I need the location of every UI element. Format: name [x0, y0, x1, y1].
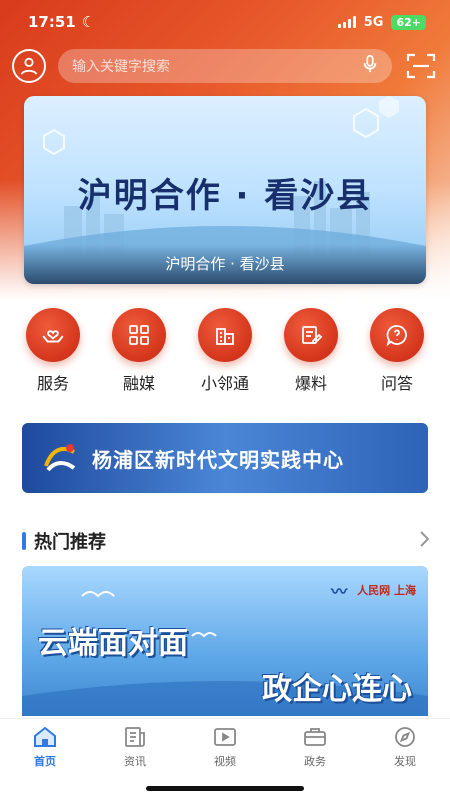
shortcut-neighbor[interactable]: 小邻通 [188, 308, 262, 398]
hands-heart-icon [26, 308, 80, 362]
signal-icon [337, 16, 356, 28]
yangpu-logo-icon: 〰 [331, 582, 348, 601]
status-bar: 17:51 ☾ 5G 62+ [0, 0, 450, 44]
compass-icon [395, 727, 415, 747]
culture-logo-icon [44, 444, 76, 472]
news-icon [125, 727, 145, 747]
tab-label: 资讯 [124, 755, 146, 768]
network-type: 5G [363, 14, 384, 30]
shortcut-label: 小邻通 [200, 374, 249, 393]
home-icon [34, 726, 56, 747]
section-accent-bar [22, 532, 26, 550]
briefcase-icon [304, 728, 326, 746]
feature-headline-1: 云端面对面 [38, 626, 188, 661]
chevron-right-icon[interactable] [418, 530, 430, 552]
grid-icon [112, 308, 166, 362]
search-input[interactable]: 输入关键字搜索 [58, 49, 392, 83]
tab-label: 政务 [304, 755, 326, 768]
video-icon [214, 728, 236, 746]
hot-recommend-header[interactable]: 热门推荐 [22, 527, 430, 555]
culture-banner-text: 杨浦区新时代文明实践中心 [92, 447, 344, 472]
main-banner[interactable]: 沪明合作 · 看沙县 沪明合作 · 看沙县 [24, 96, 426, 284]
shortcut-qa[interactable]: 问答 [360, 308, 434, 398]
shortcut-report[interactable]: 爆料 [274, 308, 348, 398]
microphone-icon[interactable] [362, 55, 378, 77]
edit-icon [284, 308, 338, 362]
banner-caption: 沪明合作 · 看沙县 [24, 244, 426, 284]
home-indicator [146, 786, 304, 791]
search-row: 输入关键字搜索 [12, 46, 438, 86]
tab-discover[interactable]: 发现 [370, 725, 440, 800]
feature-logos: 〰 人民网 上海 [331, 578, 416, 602]
moon-icon: ☾ [81, 13, 96, 31]
section-title: 热门推荐 [34, 532, 106, 553]
status-time: 17:51 [28, 13, 76, 31]
shortcut-grid: 服务 融媒 小邻通 爆料 问答 [0, 308, 450, 398]
shortcut-service[interactable]: 服务 [16, 308, 90, 398]
tab-home[interactable]: 首页 [10, 725, 80, 800]
culture-center-banner[interactable]: 杨浦区新时代文明实践中心 [22, 423, 428, 493]
shortcut-media[interactable]: 融媒 [102, 308, 176, 398]
people-net-logo: 人民网 上海 [357, 584, 416, 597]
shortcut-label: 融媒 [122, 374, 155, 393]
battery-indicator: 62+ [391, 14, 426, 30]
question-icon [370, 308, 424, 362]
shortcut-label: 爆料 [294, 374, 327, 393]
shortcut-label: 问答 [380, 374, 413, 393]
banner-title: 沪明合作 · 看沙县 [77, 176, 373, 216]
tab-label: 发现 [394, 755, 416, 768]
tab-label: 视频 [214, 755, 236, 768]
shortcut-label: 服务 [36, 374, 69, 393]
feature-headline-2: 政企心连心 [262, 672, 412, 707]
scan-icon[interactable] [404, 49, 438, 83]
building-icon [198, 308, 252, 362]
tab-label: 首页 [34, 755, 56, 768]
search-placeholder: 输入关键字搜索 [72, 59, 170, 75]
user-avatar-icon[interactable] [12, 49, 46, 83]
feature-card[interactable]: 〰 人民网 上海 云端面对面 政企心连心 [22, 566, 428, 716]
